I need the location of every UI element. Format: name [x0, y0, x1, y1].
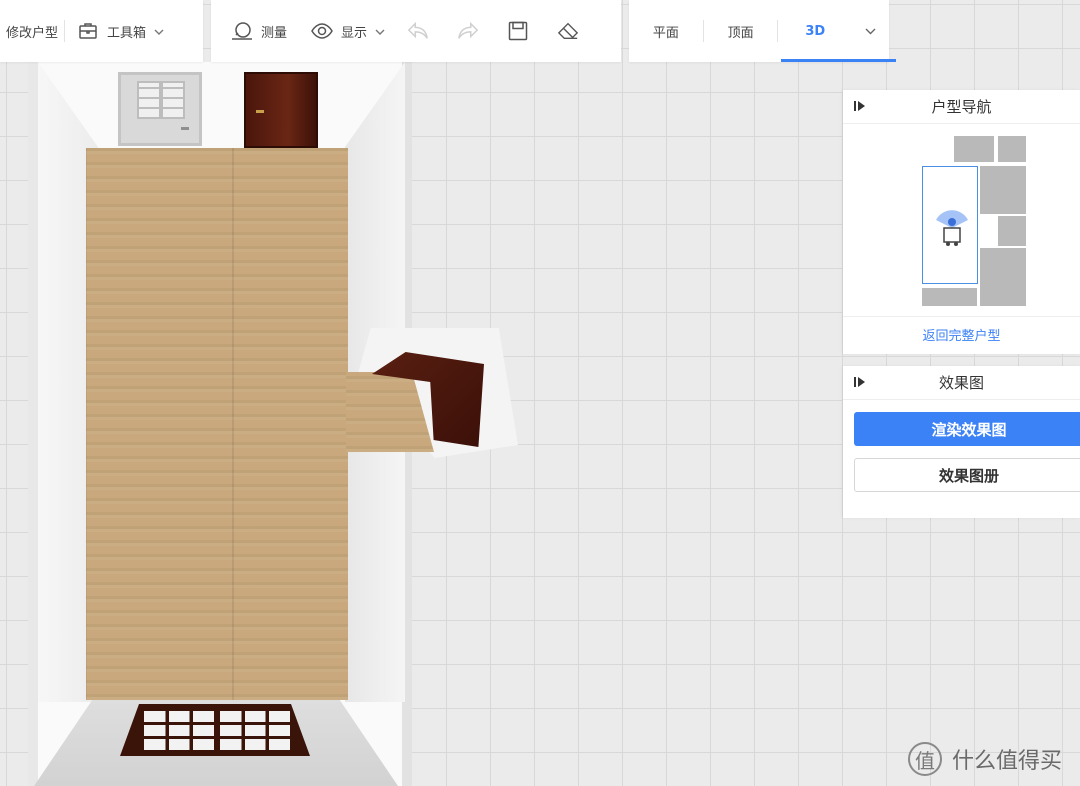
camera-icon[interactable] [933, 208, 971, 248]
minimap-room[interactable] [980, 248, 1026, 306]
toolbox-icon [77, 20, 99, 42]
top-toolbar: 修改户型 工具箱 测量 显示 平面 顶面 3D [0, 0, 897, 62]
album-button-label: 效果图册 [938, 466, 999, 485]
watermark-text: 什么值得买 [952, 749, 1063, 774]
collapse-panel-icon[interactable] [853, 375, 867, 389]
measure-button[interactable]: 测量 [211, 0, 299, 62]
eye-icon [311, 20, 333, 42]
toolbar-group-edit: 修改户型 工具箱 [0, 0, 203, 62]
save-button[interactable] [497, 0, 547, 62]
3d-viewport[interactable] [0, 0, 620, 786]
white-door[interactable] [118, 72, 202, 146]
minimap-room[interactable] [998, 136, 1026, 162]
render-panel-title: 效果图 [938, 374, 984, 392]
watermark-logo-char: 值 [915, 748, 935, 773]
redo-button[interactable] [447, 0, 497, 62]
floorplan-minimap[interactable] [843, 124, 1080, 316]
tab-plan[interactable]: 平面 [629, 0, 703, 62]
chevron-down-icon [154, 25, 164, 38]
render-button-label: 渲染效果图 [931, 420, 1007, 439]
watermark: 值 什么值得买 [908, 742, 1062, 776]
render-panel: 效果图 渲染效果图 效果图册 [843, 366, 1080, 518]
undo-button[interactable] [397, 0, 447, 62]
toolbar-group-tools: 测量 显示 [211, 0, 621, 62]
edit-floorplan-button[interactable]: 修改户型 [0, 0, 64, 62]
toolbox-button[interactable]: 工具箱 [65, 0, 176, 62]
watermark-logo: 值 [908, 742, 942, 776]
render-panel-header: 效果图 [843, 366, 1080, 400]
tab-ceiling[interactable]: 顶面 [704, 0, 778, 62]
display-label: 显示 [341, 25, 368, 41]
chevron-down-icon [375, 25, 385, 38]
tab-3d-label: 3D [805, 23, 826, 39]
window-pane [144, 710, 214, 750]
minimap-room[interactable] [922, 288, 977, 306]
edit-floorplan-label: 修改户型 [6, 25, 59, 41]
save-icon [507, 20, 529, 42]
door-handle [181, 127, 189, 130]
render-button[interactable]: 渲染效果图 [854, 412, 1080, 446]
eraser-button[interactable] [547, 0, 597, 62]
album-button[interactable]: 效果图册 [854, 458, 1080, 492]
eraser-icon [557, 20, 579, 42]
navigator-header: 户型导航 [843, 90, 1080, 124]
tab-plan-label: 平面 [652, 25, 679, 41]
display-button[interactable]: 显示 [299, 0, 397, 62]
minimap-room[interactable] [980, 166, 1026, 214]
toolbox-label: 工具箱 [107, 25, 147, 41]
tab-ceiling-label: 顶面 [727, 25, 754, 41]
tab-3d[interactable]: 3D [778, 0, 896, 62]
navigator-title: 户型导航 [931, 98, 992, 116]
view-switcher: 平面 顶面 3D [629, 0, 896, 62]
back-to-full-floorplan-link[interactable]: 返回完整户型 [843, 316, 1080, 352]
floorplan-navigator: 户型导航 返回完整户型 [843, 90, 1080, 354]
back-link-label: 返回完整户型 [922, 329, 1001, 344]
redo-icon [457, 20, 479, 42]
view-dropdown-button[interactable] [852, 0, 889, 62]
measure-label: 测量 [261, 25, 288, 41]
window[interactable] [120, 704, 310, 756]
door-glass [137, 81, 185, 119]
wood-door[interactable] [244, 72, 318, 148]
measure-icon [231, 20, 253, 42]
minimap-room[interactable] [998, 216, 1026, 246]
door-handle [256, 110, 264, 113]
window-pane [220, 710, 290, 750]
undo-icon [407, 20, 429, 42]
floor-wood[interactable] [86, 148, 348, 700]
chevron-down-icon [865, 24, 876, 39]
collapse-panel-icon[interactable] [853, 99, 867, 113]
minimap-room[interactable] [954, 136, 994, 162]
